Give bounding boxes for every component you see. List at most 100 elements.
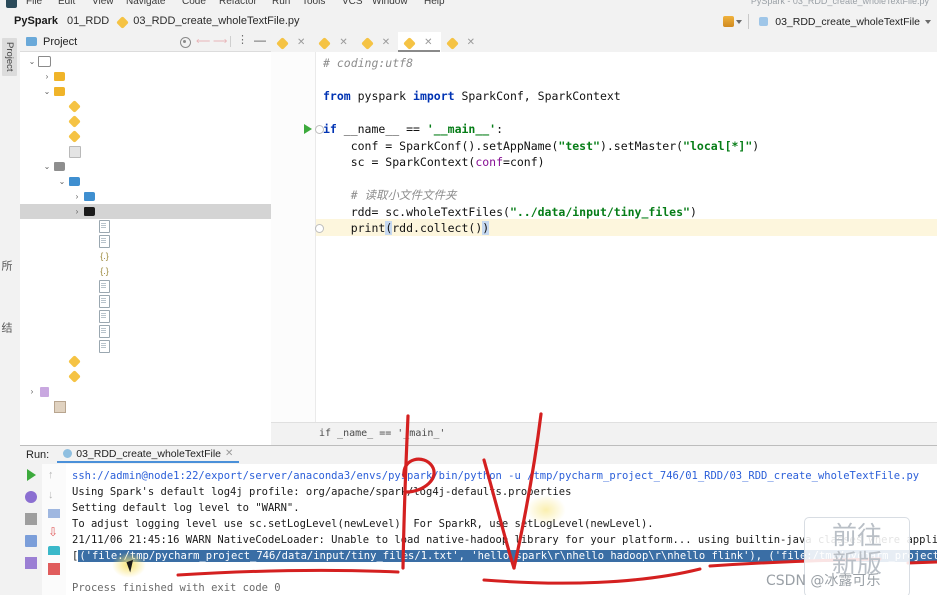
close-icon[interactable]: ✕: [382, 37, 390, 48]
code-fold-icon[interactable]: [315, 125, 324, 134]
run-gutter-icon[interactable]: [304, 124, 312, 134]
project-file-tree[interactable]: ⌄ › ⌄ ⌄ ⌄ › › {.} {.} ›: [20, 51, 271, 445]
tree-item[interactable]: [20, 129, 271, 144]
tree-item[interactable]: ⌄: [20, 84, 271, 99]
menu-item-file[interactable]: File: [26, 0, 42, 7]
tree-item[interactable]: [20, 219, 271, 234]
editor-tab[interactable]: ✕: [398, 32, 441, 52]
console-line[interactable]: Using Spark's default log4j profile: org…: [72, 484, 571, 500]
tree-twisty-icon[interactable]: ›: [26, 387, 38, 396]
menu-item-code[interactable]: Code: [182, 0, 206, 7]
run-configuration-selector[interactable]: 03_RDD_create_wholeTextFile: [748, 14, 931, 29]
code-line[interactable]: if __name__ == '__main__':: [323, 121, 503, 138]
tree-item[interactable]: ⌄: [20, 174, 271, 189]
close-icon[interactable]: ✕: [467, 37, 475, 48]
breadcrumb-file[interactable]: 03_RDD_create_wholeTextFile.py: [133, 15, 299, 27]
tree-twisty-icon[interactable]: ⌄: [41, 87, 53, 96]
tree-twisty-icon[interactable]: ⌄: [56, 177, 68, 186]
tree-item[interactable]: [20, 324, 271, 339]
scroll-up-icon[interactable]: ↑: [48, 469, 60, 481]
tree-item[interactable]: {.}: [20, 264, 271, 279]
close-icon[interactable]: ✕: [424, 37, 432, 48]
tree-item[interactable]: ›: [20, 189, 271, 204]
tree-item[interactable]: [20, 279, 271, 294]
tree-item[interactable]: [20, 399, 271, 414]
settings-icon[interactable]: [25, 491, 37, 503]
breadcrumb-project[interactable]: PySpark: [14, 15, 58, 27]
expand-all-icon[interactable]: ⟶: [213, 36, 227, 47]
editor-tab[interactable]: ✕: [356, 32, 398, 52]
console-line[interactable]: Setting default log level to "WARN".: [72, 500, 300, 516]
tree-twisty-icon[interactable]: ⌄: [26, 57, 38, 66]
console-line[interactable]: Process finished with exit code 0: [72, 580, 281, 595]
menu-item-help[interactable]: Help: [424, 0, 445, 7]
print-icon[interactable]: [48, 546, 60, 555]
menu-item-navigate[interactable]: Navigate: [126, 0, 165, 7]
console-line[interactable]: ssh://admin@node1:22/export/server/anaco…: [72, 468, 919, 484]
breadcrumb-folder[interactable]: 01_RDD: [67, 15, 109, 27]
pin-icon[interactable]: [25, 557, 37, 569]
collapse-all-icon[interactable]: ⟵: [196, 36, 210, 47]
editor-gutter[interactable]: [271, 52, 316, 423]
select-opened-file-icon[interactable]: [179, 36, 191, 48]
tree-twisty-icon[interactable]: ›: [41, 72, 53, 81]
tree-item[interactable]: [20, 339, 271, 354]
layout-icon[interactable]: [25, 535, 37, 547]
scroll-down-icon[interactable]: ↓: [48, 489, 60, 501]
tree-item[interactable]: ›: [20, 69, 271, 84]
editor-tab[interactable]: ✕: [313, 32, 355, 52]
menu-item-edit[interactable]: Edit: [58, 0, 75, 7]
soft-wrap-icon[interactable]: [48, 509, 60, 518]
tree-item[interactable]: ›: [20, 204, 271, 219]
stop-icon[interactable]: [25, 513, 37, 525]
hide-panel-icon[interactable]: —: [254, 34, 266, 47]
account-button[interactable]: [723, 16, 743, 27]
code-line[interactable]: # 读取小文件文件夹: [323, 187, 457, 204]
tree-item[interactable]: [20, 234, 271, 249]
code-line[interactable]: print(rdd.collect()): [323, 220, 490, 237]
menu-item-run[interactable]: Run: [272, 0, 290, 7]
editor-tab-bar[interactable]: ✕ ✕ ✕ ✕ ✕: [271, 32, 937, 53]
tree-item[interactable]: {.}: [20, 249, 271, 264]
clear-all-icon[interactable]: [48, 563, 60, 575]
menu-item-vcs[interactable]: VCS: [342, 0, 363, 7]
tree-twisty-icon[interactable]: ›: [71, 207, 83, 216]
tree-item[interactable]: ›: [20, 384, 271, 399]
tool-window-button-project[interactable]: Project: [2, 38, 17, 76]
close-icon[interactable]: ✕: [297, 37, 305, 48]
editor-tab[interactable]: ✕: [271, 32, 313, 52]
menu-item-view[interactable]: View: [92, 0, 114, 7]
code-line[interactable]: sc = SparkContext(conf=conf): [323, 154, 545, 171]
tree-item[interactable]: [20, 114, 271, 129]
rerun-icon[interactable]: [26, 469, 36, 481]
tree-item[interactable]: [20, 369, 271, 384]
tree-item[interactable]: [20, 309, 271, 324]
left-strip-partial-text-2[interactable]: 结: [0, 322, 14, 333]
code-content[interactable]: # coding:utf8 from pyspark import SparkCo…: [323, 52, 937, 423]
code-line[interactable]: from pyspark import SparkConf, SparkCont…: [323, 88, 621, 105]
editor-tab[interactable]: ✕: [441, 32, 483, 52]
close-icon[interactable]: ✕: [339, 37, 347, 48]
code-fold-icon[interactable]: [315, 224, 324, 233]
tree-item[interactable]: [20, 144, 271, 159]
tree-twisty-icon[interactable]: ⌄: [41, 162, 53, 171]
code-editor[interactable]: # coding:utf8 from pyspark import SparkCo…: [271, 52, 937, 423]
scroll-to-end-icon[interactable]: ⇩: [48, 526, 60, 538]
console-line[interactable]: To adjust logging level use sc.setLogLev…: [72, 516, 654, 532]
run-toolbar-left[interactable]: [20, 464, 43, 595]
tree-item[interactable]: [20, 99, 271, 114]
options-menu-icon[interactable]: ⋮: [237, 35, 248, 47]
code-line[interactable]: conf = SparkConf().setAppName("test").se…: [323, 138, 760, 155]
code-line[interactable]: rdd= sc.wholeTextFiles("../data/input/ti…: [323, 204, 697, 221]
left-strip-partial-text-1[interactable]: 所: [0, 260, 14, 271]
menu-item-window[interactable]: Window: [372, 0, 408, 7]
run-session-tab[interactable]: 03_RDD_create_wholeTextFile ✕: [57, 447, 240, 463]
tree-item[interactable]: [20, 294, 271, 309]
tree-item[interactable]: [20, 354, 271, 369]
menu-item-tools[interactable]: Tools: [302, 0, 325, 7]
code-line[interactable]: # coding:utf8: [323, 55, 413, 72]
menu-item-refactor[interactable]: Refactor: [219, 0, 257, 7]
run-toolbar-right[interactable]: ↑ ↓ ⇩: [42, 464, 67, 595]
tree-item[interactable]: ⌄: [20, 54, 271, 69]
close-icon[interactable]: ✕: [225, 448, 233, 459]
